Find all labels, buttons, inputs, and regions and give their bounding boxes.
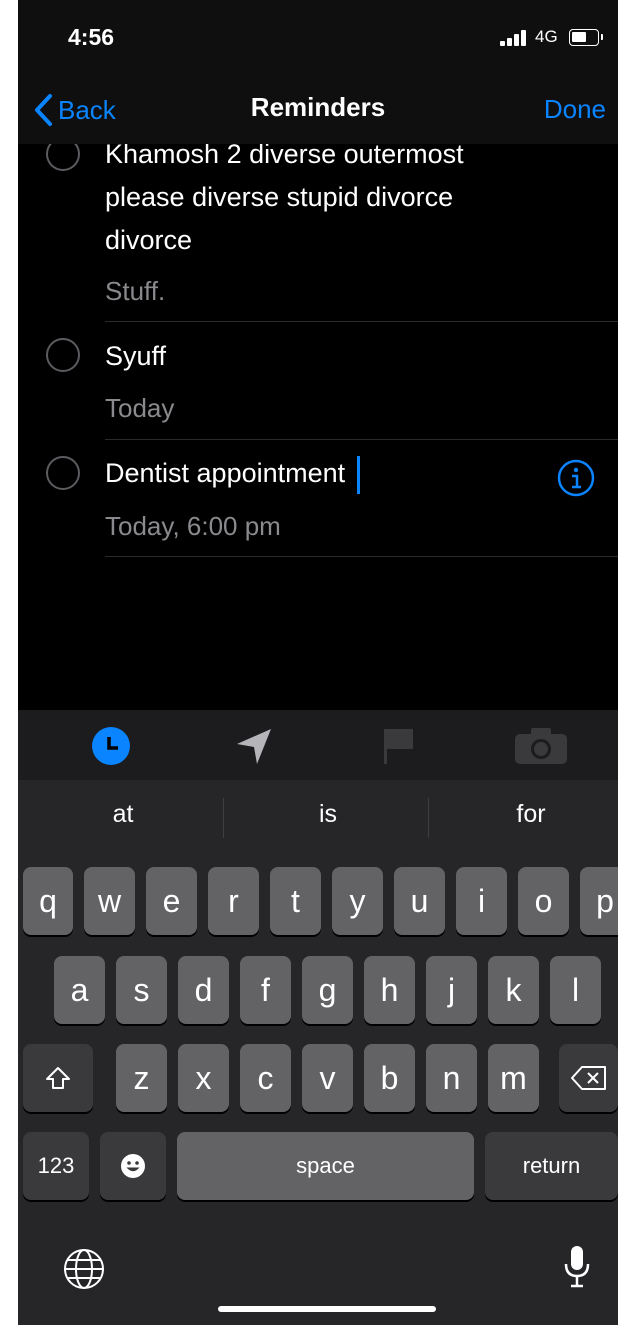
network-type: 4G: [535, 27, 558, 46]
globe-icon[interactable]: [62, 1247, 106, 1291]
prediction-divider: [428, 798, 429, 838]
reminder-subtitle: Stuff.: [105, 276, 166, 306]
key-p[interactable]: p: [580, 867, 618, 935]
key-f[interactable]: f: [240, 956, 291, 1024]
return-key[interactable]: return: [485, 1132, 618, 1200]
key-g[interactable]: g: [302, 956, 353, 1024]
battery-icon: [569, 29, 603, 46]
complete-toggle[interactable]: [46, 144, 80, 171]
key-v[interactable]: v: [302, 1044, 353, 1112]
text-cursor: [357, 455, 361, 494]
done-button[interactable]: Done: [544, 94, 606, 125]
backspace-icon: [570, 1066, 606, 1090]
complete-toggle[interactable]: [46, 338, 80, 372]
key-y[interactable]: y: [332, 867, 383, 935]
key-k[interactable]: k: [488, 956, 539, 1024]
prediction-1[interactable]: at: [23, 800, 223, 829]
divider: [105, 321, 618, 322]
key-b[interactable]: b: [364, 1044, 415, 1112]
delete-key[interactable]: [559, 1044, 618, 1112]
emoji-key[interactable]: [100, 1132, 166, 1200]
complete-toggle[interactable]: [46, 456, 80, 490]
key-d[interactable]: d: [178, 956, 229, 1024]
key-q[interactable]: q: [23, 867, 73, 935]
space-key[interactable]: space: [177, 1132, 474, 1200]
key-i[interactable]: i: [456, 867, 507, 935]
signal-icon: [500, 30, 530, 46]
status-time: 4:56: [68, 24, 115, 50]
key-u[interactable]: u: [394, 867, 445, 935]
prediction-divider: [223, 798, 224, 838]
key-m[interactable]: m: [488, 1044, 539, 1112]
divider: [105, 556, 618, 557]
emoji-icon: [121, 1154, 145, 1178]
key-c[interactable]: c: [240, 1044, 291, 1112]
reminder-title-editing[interactable]: Dentist appointment: [105, 452, 545, 495]
key-j[interactable]: j: [426, 956, 477, 1024]
reminder-title[interactable]: Khamosh 2 diverse outermost please diver…: [105, 144, 525, 262]
key-w[interactable]: w: [84, 867, 135, 935]
key-l[interactable]: l: [550, 956, 601, 1024]
navigation-bar: Back Reminders Done: [18, 80, 618, 144]
microphone-icon[interactable]: [562, 1244, 592, 1290]
key-o[interactable]: o: [518, 867, 569, 935]
keyboard: at is for q w e r t y u i o p a s d f g …: [18, 780, 618, 1325]
clock-icon[interactable]: [90, 726, 132, 766]
home-indicator[interactable]: [218, 1306, 436, 1312]
prediction-2[interactable]: is: [228, 800, 428, 829]
shift-key[interactable]: [23, 1044, 93, 1112]
reminder-title[interactable]: Syuff: [105, 335, 525, 378]
prediction-3[interactable]: for: [431, 800, 618, 829]
key-n[interactable]: n: [426, 1044, 477, 1112]
divider: [105, 439, 618, 440]
key-t[interactable]: t: [270, 867, 321, 935]
key-x[interactable]: x: [178, 1044, 229, 1112]
flag-icon[interactable]: [378, 726, 420, 766]
key-a[interactable]: a: [54, 956, 105, 1024]
key-h[interactable]: h: [364, 956, 415, 1024]
camera-icon[interactable]: [513, 726, 569, 766]
quick-toolbar: [18, 710, 618, 780]
page-title: Reminders: [250, 92, 386, 122]
key-e[interactable]: e: [146, 867, 197, 935]
shift-icon: [46, 1067, 70, 1089]
key-z[interactable]: z: [116, 1044, 167, 1112]
info-icon[interactable]: [556, 458, 596, 498]
reminders-list: Khamosh 2 diverse outermost please diver…: [18, 144, 618, 710]
key-r[interactable]: r: [208, 867, 259, 935]
status-bar: 4:56 4G: [18, 0, 618, 80]
key-s[interactable]: s: [116, 956, 167, 1024]
location-arrow-icon[interactable]: [233, 726, 275, 766]
numbers-key[interactable]: 123: [23, 1132, 89, 1200]
phone-screen: 4:56 4G Back Reminders Done Khamosh 2 di…: [18, 0, 618, 1325]
reminder-subtitle: Today: [105, 393, 175, 423]
reminder-subtitle: Today, 6:00 pm: [105, 511, 281, 541]
